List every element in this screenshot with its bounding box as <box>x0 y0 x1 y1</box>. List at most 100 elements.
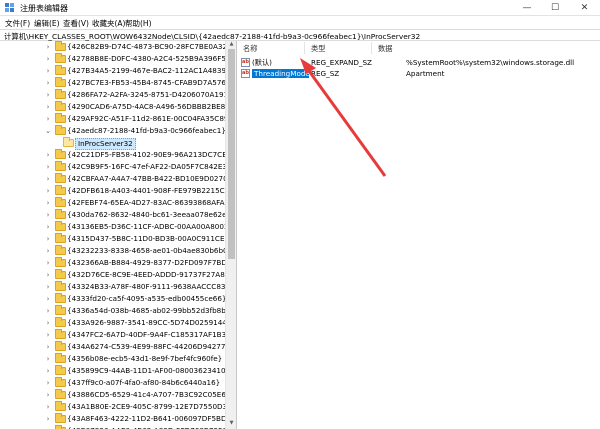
tree-item[interactable]: › {4347FC2-6A7D-40DF-9A4F-C185317AF1B3} <box>0 329 231 341</box>
tree-item[interactable]: › {42788B8E-D0FC-4380-A2C4-525B9A396F58} <box>0 53 235 65</box>
tree-item[interactable]: › {429AF92C-A51F-11d2-861E-00C04FA35C89} <box>0 113 233 125</box>
tree-item-expanded[interactable]: ⌄ {42aedc87-2188-41fd-b9a3-0c966feabec1} <box>0 125 226 137</box>
tree-item[interactable]: › {432366AB-B884-4929-8377-D2FD097F7BD3} <box>0 257 236 269</box>
chevron-right-icon[interactable]: › <box>44 102 52 112</box>
chevron-right-icon[interactable]: › <box>44 342 52 352</box>
folder-icon <box>55 233 66 243</box>
tree-item[interactable]: › {435899C9-44AB-11D1-AF00-080036234103} <box>0 365 235 377</box>
chevron-right-icon[interactable]: › <box>44 390 52 400</box>
scroll-up-arrow-icon[interactable]: ▲ <box>227 41 236 49</box>
value-row-threadingmodel[interactable]: ab ThreadingModel REG_SZ Apartment <box>237 68 600 79</box>
chevron-right-icon[interactable]: › <box>44 282 52 292</box>
tree-item[interactable]: › {427B34A5-2199-467e-BAC2-112AC1A48391} <box>0 65 235 77</box>
tree-item[interactable]: › {4333fd20-ca5f-4095-a535-edb00455ce66} <box>0 293 226 305</box>
tree-item[interactable]: › {434A6274-C539-4E99-88FC-44206D942775} <box>0 341 235 353</box>
scroll-down-arrow-icon[interactable]: ▼ <box>227 420 236 428</box>
tree-item[interactable]: › {43A8F463-4222-11D2-B641-006097DF5BD4} <box>0 413 236 425</box>
chevron-right-icon[interactable]: › <box>44 210 52 220</box>
chevron-right-icon[interactable]: › <box>44 90 52 100</box>
chevron-right-icon[interactable]: › <box>44 42 52 52</box>
tree-item[interactable]: ›{43B07326-AAE0-4B62-A83D-5FD768B7353C} <box>0 425 236 429</box>
column-header-name[interactable]: 名称 <box>243 44 257 54</box>
column-divider[interactable] <box>304 42 305 54</box>
tree-item[interactable]: › {43232233-8338-4658-ae01-0b4ae830b6b0} <box>0 245 232 257</box>
tree-item[interactable]: › {42C21DF5-FB58-4102-90E9-96A213DC7CE8} <box>0 149 236 161</box>
tree-item-inprocserver32[interactable]: InProcServer32 <box>0 137 225 150</box>
chevron-right-icon[interactable]: › <box>44 222 52 232</box>
tree-item[interactable]: › {42CBFAA7-A4A7-47BB-B422-BD10E9D02700} <box>0 173 236 185</box>
tree-item-label: {433A926-9887-3541-89CC-5D74D0259144} <box>67 318 232 327</box>
chevron-right-icon[interactable]: › <box>44 258 52 268</box>
menu-favorites[interactable]: 收藏夹(A) <box>92 18 125 29</box>
chevron-right-icon[interactable]: › <box>44 66 52 76</box>
scrollbar-thumb[interactable] <box>228 49 235 259</box>
menu-view[interactable]: 查看(V) <box>63 18 89 29</box>
chevron-down-icon[interactable]: ⌄ <box>44 126 52 136</box>
tree-item[interactable]: › {433A926-9887-3541-89CC-5D74D0259144} <box>0 317 231 329</box>
column-header-data[interactable]: 数据 <box>378 44 392 54</box>
menu-help[interactable]: 帮助(H) <box>125 18 152 29</box>
chevron-right-icon[interactable]: › <box>44 186 52 196</box>
tree-scrollbar[interactable]: ▲ ▼ <box>225 41 236 429</box>
tree-item[interactable]: › {4336a54d-038b-4685-ab02-99bb52d3fb8b} <box>0 305 230 317</box>
tree-item[interactable]: › {43A1B80E-2CE9-405C-8799-12E7D7550D3F} <box>0 401 236 413</box>
chevron-right-icon[interactable]: › <box>44 330 52 340</box>
tree-item[interactable]: › {42DFB618-A403-4401-908F-FE979B2215CB} <box>0 185 234 197</box>
chevron-right-icon[interactable]: › <box>44 246 52 256</box>
tree-item[interactable]: › {427BC7E3-FB53-45B4-8745-CFAB9D7A5761} <box>0 77 235 89</box>
tree-item[interactable]: › {430da762-8632-4840-bc61-3eeaa078e62e} <box>0 209 231 221</box>
chevron-right-icon[interactable]: › <box>44 150 52 160</box>
chevron-right-icon[interactable]: › <box>44 54 52 64</box>
tree-item[interactable]: › {42FEBF74-65EA-4D27-83AC-86393868AFAE1} <box>0 197 236 209</box>
chevron-right-icon[interactable]: › <box>44 378 52 388</box>
folder-icon <box>55 77 66 87</box>
tree-item[interactable]: › {4290CAD6-A75D-4AC8-A496-56DBBB2BE888} <box>0 101 236 113</box>
tree-item-label: {43A8F463-4222-11D2-B641-006097DF5BD4} <box>67 414 236 423</box>
tree-item[interactable]: › {4356b08e-ecb5-43d1-8e9f-7bef4fc960fe} <box>0 353 225 365</box>
tree-item[interactable]: › {4286FA72-A2FA-3245-8751-D4206070A191} <box>0 89 233 101</box>
chevron-right-icon[interactable]: › <box>44 174 52 184</box>
column-header-type[interactable]: 类型 <box>311 44 325 54</box>
minimize-button[interactable]: — <box>513 0 541 16</box>
address-bar[interactable]: 计算机\HKEY_CLASSES_ROOT\WOW6432Node\CLSID\… <box>0 29 600 41</box>
chevron-right-icon[interactable]: › <box>44 198 52 208</box>
folder-icon <box>55 113 66 123</box>
chevron-right-icon[interactable]: › <box>44 354 52 364</box>
maximize-button[interactable]: ☐ <box>541 0 569 16</box>
chevron-right-icon[interactable]: › <box>44 270 52 280</box>
chevron-right-icon[interactable]: › <box>44 162 52 172</box>
tree-item[interactable]: › {42C9B9F5-16FC-47ef-AF22-DA05F7C842E3} <box>0 161 232 173</box>
tree-item[interactable]: › {4315D437-5B8C-11D0-BD3B-00A0C911CE86} <box>0 233 236 245</box>
title-bar: 注册表编辑器 — ☐ ✕ <box>0 0 600 16</box>
tree-item[interactable]: › {43136EB5-D36C-11CF-ADBC-00AA00A80033} <box>0 221 236 233</box>
tree-item-label: {434A6274-C539-4E99-88FC-44206D942775} <box>67 342 235 351</box>
tree-item-label: {43A1B80E-2CE9-405C-8799-12E7D7550D3F} <box>67 402 236 411</box>
folder-icon <box>55 413 66 423</box>
chevron-right-icon[interactable]: › <box>44 414 52 424</box>
value-row-default[interactable]: ab (默认) REG_EXPAND_SZ %SystemRoot%\syste… <box>237 57 600 68</box>
tree-item[interactable]: › {43886CD5-6529-41c4-A707-7B3C92C05E68} <box>0 389 235 401</box>
chevron-right-icon[interactable]: › <box>44 234 52 244</box>
tree-item[interactable]: › {426C82B9-D74C-4873-BC90-28FC7BE0A32A} <box>0 41 236 53</box>
menu-bar: 文件(F) 编辑(E) 查看(V) 收藏夹(A) 帮助(H) <box>0 16 600 29</box>
tree-item[interactable]: › {43324B33-A78F-480F-9111-9638AACCC832} <box>0 281 235 293</box>
chevron-right-icon[interactable]: › <box>44 318 52 328</box>
chevron-right-icon[interactable]: › <box>44 306 52 316</box>
chevron-right-icon[interactable]: › <box>44 114 52 124</box>
folder-icon <box>55 281 66 291</box>
tree-item-label: {4286FA72-A2FA-3245-8751-D4206070A191} <box>67 90 233 99</box>
chevron-right-icon[interactable]: › <box>44 78 52 88</box>
menu-edit[interactable]: 编辑(E) <box>34 18 60 29</box>
column-divider[interactable] <box>371 42 372 54</box>
tree-item[interactable]: › {437ff9c0-a07f-4fa0-af80-84b6c6440a16} <box>0 377 225 389</box>
values-pane: 名称 类型 数据 ab (默认) REG_EXPAND_SZ %SystemRo… <box>237 41 600 429</box>
window-title: 注册表编辑器 <box>20 4 68 13</box>
folder-icon <box>55 377 66 387</box>
chevron-right-icon[interactable]: › <box>44 402 52 412</box>
chevron-right-icon[interactable]: › <box>44 366 52 376</box>
tree-item[interactable]: › {432D76CE-8C9E-4EED-ADDD-91737F27A8CB} <box>0 269 236 281</box>
close-button[interactable]: ✕ <box>569 0 600 16</box>
menu-file[interactable]: 文件(F) <box>5 18 30 29</box>
tree-item-label: {42FEBF74-65EA-4D27-83AC-86393868AFAE1} <box>67 198 237 207</box>
chevron-right-icon[interactable]: › <box>44 294 52 304</box>
